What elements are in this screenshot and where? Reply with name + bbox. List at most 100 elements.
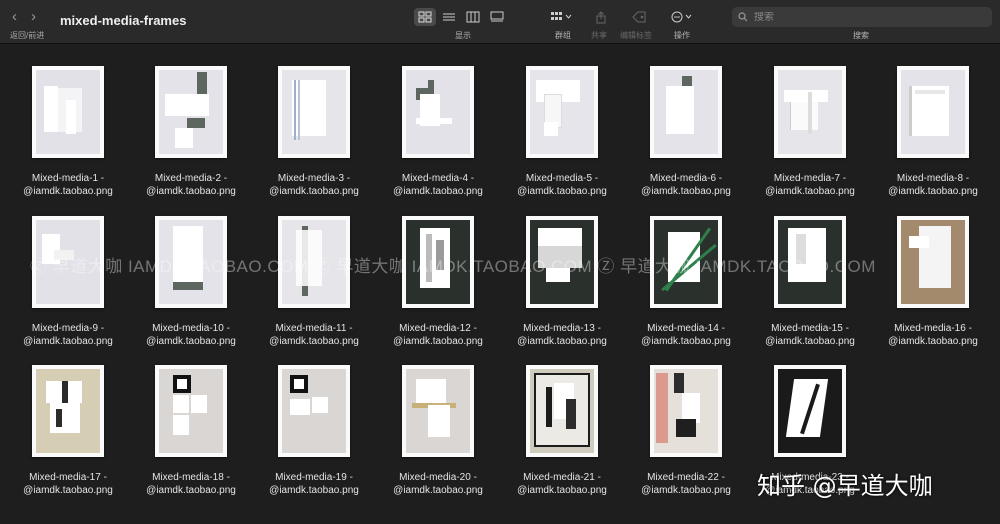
- file-thumbnail: [650, 66, 722, 158]
- file-item[interactable]: Mixed-media-14 - @iamdk.taobao.png: [624, 216, 748, 348]
- file-name-line1: Mixed-media-4 -: [401, 173, 475, 184]
- file-name-line2: @iamdk.taobao.png: [765, 336, 855, 347]
- file-name-line1: Mixed-media-7 -: [773, 173, 847, 184]
- file-item[interactable]: Mixed-media-9 - @iamdk.taobao.png: [6, 216, 130, 348]
- file-item[interactable]: Mixed-media-6 - @iamdk.taobao.png: [624, 66, 748, 198]
- file-name-line2: @iamdk.taobao.png: [641, 336, 731, 347]
- file-item[interactable]: Mixed-media-3 - @iamdk.taobao.png: [252, 66, 376, 198]
- forward-button[interactable]: ›: [31, 8, 36, 25]
- file-thumbnail: [774, 365, 846, 457]
- file-thumbnail: [650, 216, 722, 308]
- file-item[interactable]: Mixed-media-13 - @iamdk.taobao.png: [500, 216, 624, 348]
- file-thumbnail: [897, 66, 969, 158]
- list-view-button[interactable]: [438, 8, 460, 26]
- file-item[interactable]: Mixed-media-16 - @iamdk.taobao.png: [871, 216, 995, 348]
- actions-control: [670, 8, 696, 26]
- file-name-line2: @iamdk.taobao.png: [641, 186, 731, 197]
- file-name-line2: @iamdk.taobao.png: [517, 336, 607, 347]
- icon-view-button[interactable]: [414, 8, 436, 26]
- file-name-line1: Mixed-media-22 -: [647, 472, 725, 483]
- file-name-line1: Mixed-media-18 -: [152, 472, 230, 483]
- share-button[interactable]: [590, 8, 612, 26]
- file-item[interactable]: Mixed-media-17 - @iamdk.taobao.png: [6, 365, 130, 497]
- file-item[interactable]: Mixed-media-5 - @iamdk.taobao.png: [500, 66, 624, 198]
- file-name-line1: Mixed-media-5 -: [525, 173, 599, 184]
- gallery-icon: [490, 11, 504, 22]
- ellipsis-circle-icon: [671, 11, 692, 23]
- column-view-button[interactable]: [462, 8, 484, 26]
- file-thumbnail: [650, 365, 722, 457]
- file-name-line2: @iamdk.taobao.png: [146, 186, 236, 197]
- file-name-line2: @iamdk.taobao.png: [517, 485, 607, 496]
- file-item[interactable]: Mixed-media-19 - @iamdk.taobao.png: [252, 365, 376, 497]
- file-name-line2: @iamdk.taobao.png: [23, 485, 113, 496]
- file-thumbnail: [897, 216, 969, 308]
- file-thumbnail: [155, 66, 227, 158]
- file-name-line2: @iamdk.taobao.png: [393, 336, 483, 347]
- file-name-line1: Mixed-media-15 -: [771, 323, 849, 334]
- file-thumbnail: [278, 216, 350, 308]
- file-item[interactable]: Mixed-media-12 - @iamdk.taobao.png: [376, 216, 500, 348]
- file-name-line1: Mixed-media-9 -: [31, 323, 105, 334]
- file-thumbnail: [155, 365, 227, 457]
- file-thumbnail: [526, 216, 598, 308]
- file-name-line1: Mixed-media-17 -: [29, 472, 107, 483]
- edit-tags-button[interactable]: [628, 8, 650, 26]
- file-name-line2: @iamdk.taobao.png: [888, 186, 978, 197]
- zhihu-watermark: 知乎 @早道大咖: [757, 472, 933, 500]
- tags-control: [628, 8, 650, 26]
- file-name-line1: Mixed-media-19 -: [275, 472, 353, 483]
- file-name-line2: @iamdk.taobao.png: [393, 186, 483, 197]
- file-item[interactable]: Mixed-media-8 - @iamdk.taobao.png: [871, 66, 995, 198]
- file-thumbnail: [278, 66, 350, 158]
- file-thumbnail: [402, 365, 474, 457]
- file-name-line1: Mixed-media-11 -: [275, 323, 353, 334]
- nav-buttons: ‹ ›: [12, 8, 36, 25]
- file-grid: Mixed-media-1 - @iamdk.taobao.png Mixed-…: [0, 56, 1000, 524]
- file-name-line2: @iamdk.taobao.png: [269, 336, 359, 347]
- file-thumbnail: [155, 216, 227, 308]
- group-control: [550, 8, 572, 26]
- file-item[interactable]: Mixed-media-20 - @iamdk.taobao.png: [376, 365, 500, 497]
- file-name-line1: Mixed-media-16 -: [894, 323, 972, 334]
- group-button[interactable]: [550, 8, 572, 26]
- list-icon: [443, 13, 455, 21]
- file-thumbnail: [526, 365, 598, 457]
- grid-icon: [418, 11, 432, 23]
- file-thumbnail: [774, 66, 846, 158]
- file-item[interactable]: Mixed-media-21 - @iamdk.taobao.png: [500, 365, 624, 497]
- file-name-line1: Mixed-media-13 -: [523, 323, 601, 334]
- file-item[interactable]: Mixed-media-18 - @iamdk.taobao.png: [129, 365, 253, 497]
- file-thumbnail: [526, 66, 598, 158]
- file-item[interactable]: Mixed-media-22 - @iamdk.taobao.png: [624, 365, 748, 497]
- edit-tags-label: 编辑标签: [620, 31, 652, 40]
- file-item[interactable]: Mixed-media-4 - @iamdk.taobao.png: [376, 66, 500, 198]
- file-item[interactable]: Mixed-media-15 - @iamdk.taobao.png: [748, 216, 872, 348]
- file-item[interactable]: Mixed-media-11 - @iamdk.taobao.png: [252, 216, 376, 348]
- file-name-line1: Mixed-media-1 -: [31, 173, 105, 184]
- file-thumbnail: [278, 365, 350, 457]
- share-icon: [596, 10, 606, 23]
- window-title: mixed-media-frames: [60, 13, 187, 28]
- back-button[interactable]: ‹: [12, 8, 17, 25]
- finder-toolbar: ‹ › 返回/前进 mixed-media-frames 显示 群组 共享 编辑…: [0, 0, 1000, 44]
- search-field[interactable]: [732, 7, 992, 27]
- file-name-line1: Mixed-media-10 -: [152, 323, 230, 334]
- file-item[interactable]: Mixed-media-7 - @iamdk.taobao.png: [748, 66, 872, 198]
- file-thumbnail: [774, 216, 846, 308]
- file-item[interactable]: Mixed-media-2 - @iamdk.taobao.png: [129, 66, 253, 198]
- search-input[interactable]: [754, 11, 974, 23]
- file-name-line2: @iamdk.taobao.png: [146, 336, 236, 347]
- view-switcher: [414, 8, 508, 26]
- file-item[interactable]: Mixed-media-10 - @iamdk.taobao.png: [129, 216, 253, 348]
- file-name-line2: @iamdk.taobao.png: [146, 485, 236, 496]
- file-name-line1: Mixed-media-21 -: [523, 472, 601, 483]
- file-name-line1: Mixed-media-12 -: [399, 323, 477, 334]
- share-control: [590, 8, 612, 26]
- gallery-view-button[interactable]: [486, 8, 508, 26]
- actions-button[interactable]: [670, 8, 696, 26]
- file-item[interactable]: Mixed-media-1 - @iamdk.taobao.png: [6, 66, 130, 198]
- file-name-line1: Mixed-media-20 -: [399, 472, 477, 483]
- group-label: 群组: [555, 31, 571, 40]
- file-name-line2: @iamdk.taobao.png: [641, 485, 731, 496]
